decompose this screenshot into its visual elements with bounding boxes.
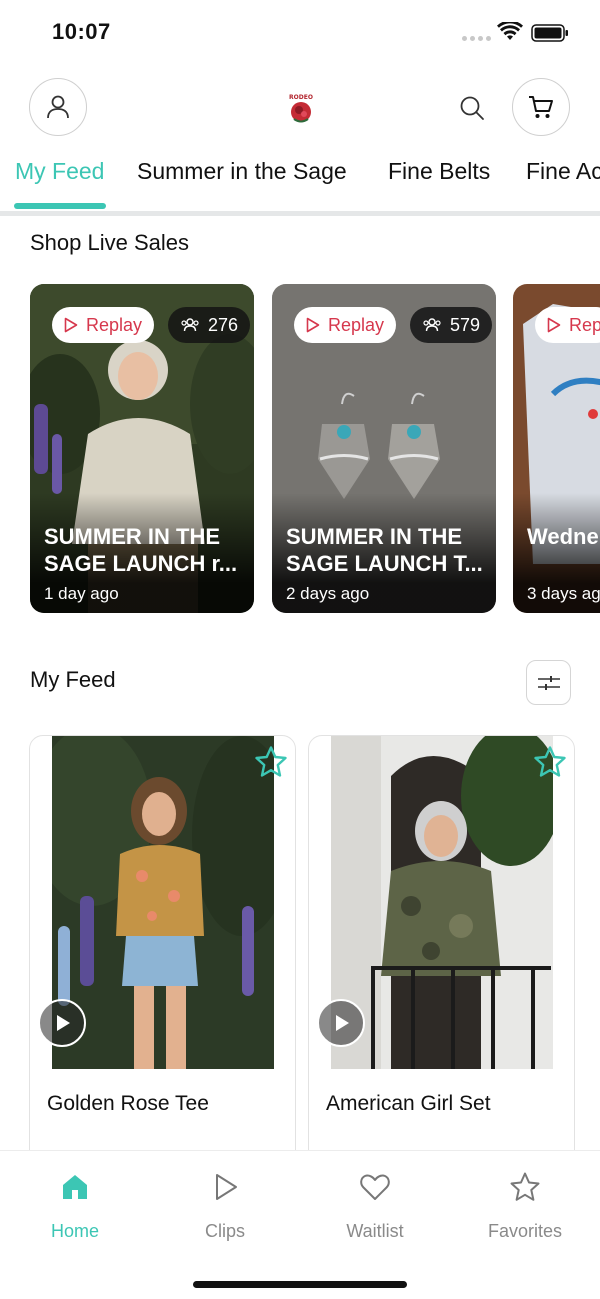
status-time: 10:07 bbox=[52, 19, 111, 44]
sliders-icon bbox=[537, 675, 560, 690]
cart-icon bbox=[529, 96, 553, 118]
battery-icon bbox=[531, 24, 568, 42]
live-sale-card[interactable]: Replay 579 SUMMER IN THE SAGE LAUNCH T..… bbox=[272, 284, 496, 613]
heart-icon bbox=[360, 1174, 390, 1200]
live-sale-time: 2 days ago bbox=[286, 584, 370, 603]
live-sale-title: Wedne 23ed 2 bbox=[527, 524, 600, 549]
live-sale-card[interactable]: Replay 276 SUMMER IN THE SAGE LAUNCH r..… bbox=[30, 284, 254, 613]
viewer-count: 276 bbox=[208, 314, 239, 335]
tab-fine-belts[interactable]: Fine Belts bbox=[388, 158, 490, 185]
play-video-button[interactable] bbox=[38, 999, 86, 1047]
active-tab-indicator bbox=[14, 203, 106, 209]
live-sales-title: Shop Live Sales bbox=[30, 230, 189, 255]
app-header: RODEO bbox=[0, 78, 600, 138]
viewer-count-badge: 276 bbox=[168, 307, 251, 343]
svg-text:RODEO: RODEO bbox=[289, 94, 313, 101]
live-sale-time: 3 days ag bbox=[527, 584, 600, 603]
nav-favorites-label: Favorites bbox=[487, 1221, 563, 1241]
home-icon bbox=[63, 1175, 87, 1199]
product-card[interactable]: Golden Rose Tee bbox=[29, 735, 296, 1165]
favorite-star-icon[interactable] bbox=[254, 745, 288, 779]
star-icon bbox=[510, 1172, 540, 1201]
bottom-navigation: Home Clips Waitlist Favorites bbox=[0, 1150, 600, 1299]
nav-home[interactable]: Home bbox=[15, 1151, 135, 1251]
brand-logo-icon: RODEO bbox=[289, 94, 313, 123]
profile-button[interactable] bbox=[29, 78, 87, 136]
play-icon bbox=[216, 1174, 237, 1200]
play-outline-icon bbox=[306, 317, 320, 333]
home-indicator bbox=[193, 1281, 407, 1288]
nav-waitlist[interactable]: Waitlist bbox=[315, 1151, 435, 1251]
tab-summer-in-the-sage[interactable]: Summer in the Sage bbox=[137, 158, 347, 185]
category-tabs: My Feed Summer in the Sage Fine Belts Fi… bbox=[0, 158, 600, 214]
wifi-icon bbox=[497, 22, 523, 40]
nav-favorites[interactable]: Favorites bbox=[465, 1151, 585, 1251]
nav-waitlist-label: Waitlist bbox=[346, 1221, 404, 1241]
feed-title: My Feed bbox=[30, 667, 116, 692]
live-sale-card[interactable]: Rep Wedne 23ed 2 3 days ag bbox=[513, 284, 600, 613]
favorite-star-icon[interactable] bbox=[533, 745, 567, 779]
viewer-count: 579 bbox=[450, 314, 481, 335]
replay-button[interactable]: Replay bbox=[52, 307, 155, 343]
product-name: American Girl Set bbox=[326, 1092, 491, 1115]
viewer-count-badge: 579 bbox=[410, 307, 493, 343]
viewers-icon bbox=[181, 318, 199, 332]
live-sale-time: 1 day ago bbox=[44, 584, 119, 603]
tab-my-feed[interactable]: My Feed bbox=[15, 158, 104, 185]
live-sale-title: SUMMER IN THE SAGE LAUNCH T... bbox=[286, 524, 483, 576]
nav-clips[interactable]: Clips bbox=[165, 1151, 285, 1251]
search-icon[interactable] bbox=[458, 94, 486, 122]
live-sales-carousel[interactable]: Replay 276 SUMMER IN THE SAGE LAUNCH r..… bbox=[0, 284, 600, 614]
live-sale-title: SUMMER IN THE SAGE LAUNCH r... bbox=[44, 524, 238, 576]
status-bar: 10:07 bbox=[0, 0, 600, 66]
play-outline-icon bbox=[547, 317, 561, 333]
signal-dots-icon bbox=[462, 36, 491, 41]
replay-button[interactable]: Rep bbox=[535, 307, 600, 343]
play-video-button[interactable] bbox=[317, 999, 365, 1047]
replay-label: Replay bbox=[86, 314, 143, 335]
replay-label: Replay bbox=[328, 314, 385, 335]
cart-button[interactable] bbox=[512, 78, 570, 136]
play-icon bbox=[57, 1015, 70, 1031]
user-icon bbox=[47, 95, 69, 119]
replay-label: Rep bbox=[569, 314, 600, 335]
play-outline-icon bbox=[64, 317, 78, 333]
tabs-divider bbox=[0, 211, 600, 216]
product-card[interactable]: American Girl Set bbox=[308, 735, 575, 1165]
product-name: Golden Rose Tee bbox=[47, 1092, 209, 1115]
nav-clips-label: Clips bbox=[204, 1221, 245, 1241]
replay-button[interactable]: Replay bbox=[294, 307, 397, 343]
nav-home-label: Home bbox=[50, 1221, 99, 1241]
viewers-icon bbox=[423, 318, 441, 332]
play-icon bbox=[336, 1015, 349, 1031]
filter-button[interactable] bbox=[526, 660, 571, 705]
tab-fine-accessories[interactable]: Fine Ac bbox=[526, 158, 600, 185]
